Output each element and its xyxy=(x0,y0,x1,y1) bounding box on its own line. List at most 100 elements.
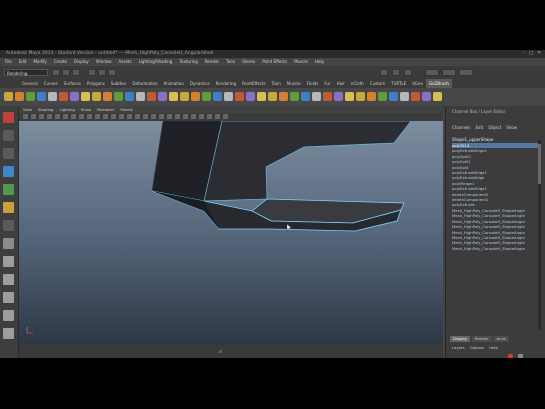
shelf-tool-icon[interactable] xyxy=(26,92,35,101)
shelf-tab-gozbrush[interactable]: GoZBrush xyxy=(426,79,452,88)
layer-menu-layers[interactable]: Layers xyxy=(452,345,465,350)
manipulator-tool-icon[interactable] xyxy=(3,220,14,231)
viewport-menu-view[interactable]: View xyxy=(23,106,32,113)
shelf-tool-icon[interactable] xyxy=(433,92,442,101)
shelf-tool-icon[interactable] xyxy=(290,92,299,101)
viewport-toolbar-icon[interactable] xyxy=(79,114,84,119)
time-slider[interactable] xyxy=(19,345,443,358)
shelf-tool-icon[interactable] xyxy=(323,92,332,101)
scale-tool-icon[interactable] xyxy=(3,202,14,213)
select-by-component-icon[interactable] xyxy=(108,69,116,76)
menu-window[interactable]: Window xyxy=(96,58,112,66)
shelf-tab-ncloth[interactable]: nCloth xyxy=(348,79,367,88)
shelf-tab-general[interactable]: General xyxy=(19,79,41,88)
viewport-menu-panels[interactable]: Panels xyxy=(120,106,132,113)
shelf-tool-icon[interactable] xyxy=(268,92,277,101)
paint-select-tool-icon[interactable] xyxy=(3,148,14,159)
layout-two-icon[interactable] xyxy=(3,292,14,303)
viewport-toolbar-icon[interactable] xyxy=(71,114,76,119)
menu-create[interactable]: Create xyxy=(54,58,67,66)
viewport-toolbar-icon[interactable] xyxy=(207,114,212,119)
shelf-tool-icon[interactable] xyxy=(59,92,68,101)
viewport-toolbar-icon[interactable] xyxy=(143,114,148,119)
viewport-toolbar-icon[interactable] xyxy=(63,114,68,119)
viewport-toolbar-icon[interactable] xyxy=(183,114,188,119)
shelf-tab-polygons[interactable]: Polygons xyxy=(84,79,108,88)
graph-layout-icon[interactable] xyxy=(3,328,14,339)
shelf-tool-icon[interactable] xyxy=(158,92,167,101)
menu-muscle[interactable]: Muscle xyxy=(294,58,308,66)
menu-stereo[interactable]: Stereo xyxy=(242,58,255,66)
shelf-tab-hair[interactable]: Hair xyxy=(334,79,348,88)
maximize-button[interactable]: □ xyxy=(529,51,533,56)
render-icon[interactable] xyxy=(380,69,388,76)
menu-lighting-shading[interactable]: Lighting/Shading xyxy=(139,58,173,66)
lasso-tool-icon[interactable] xyxy=(3,130,14,141)
shelf-tool-icon[interactable] xyxy=(180,92,189,101)
channel-box-scrollbar[interactable] xyxy=(538,140,541,330)
shelf-tab-surfaces[interactable]: Surfaces xyxy=(61,79,84,88)
render-settings-icon[interactable] xyxy=(404,69,412,76)
viewport-toolbar-icon[interactable] xyxy=(159,114,164,119)
shelf-tool-icon[interactable] xyxy=(70,92,79,101)
new-scene-icon[interactable] xyxy=(52,69,60,76)
viewport-toolbar-icon[interactable] xyxy=(191,114,196,119)
shelf-tool-icon[interactable] xyxy=(191,92,200,101)
shelf-tool-icon[interactable] xyxy=(169,92,178,101)
channel-box-menu-show[interactable]: Show xyxy=(506,125,517,130)
channel-box-menu-edit[interactable]: Edit xyxy=(476,125,484,130)
shelf-tab-custom[interactable]: Custom xyxy=(367,79,388,88)
viewport-menu-show[interactable]: Show xyxy=(81,106,91,113)
viewport-menu-lighting[interactable]: Lighting xyxy=(59,106,74,113)
shelf-tab-turtle[interactable]: TURTLE xyxy=(388,79,409,88)
move-tool-icon[interactable] xyxy=(3,166,14,177)
input-history-item[interactable]: Mesh_HighPoly_ConsoleH_ShapeAngle xyxy=(452,246,540,251)
shelf-tool-icon[interactable] xyxy=(411,92,420,101)
viewport-toolbar-icon[interactable] xyxy=(223,114,228,119)
viewport-toolbar-icon[interactable] xyxy=(127,114,132,119)
shelf-tool-icon[interactable] xyxy=(81,92,90,101)
shelf-tool-icon[interactable] xyxy=(378,92,387,101)
layout-single-icon[interactable] xyxy=(3,256,14,267)
layer-menu-help[interactable]: Help xyxy=(489,345,498,350)
shelf-tab-subdivs[interactable]: Subdivs xyxy=(108,79,130,88)
shelf-tool-icon[interactable] xyxy=(312,92,321,101)
viewport-menu-shading[interactable]: Shading xyxy=(38,106,53,113)
viewport-toolbar-icon[interactable] xyxy=(55,114,60,119)
shelf-tool-icon[interactable] xyxy=(389,92,398,101)
menu-display[interactable]: Display xyxy=(74,58,89,66)
viewport-toolbar-icon[interactable] xyxy=(111,114,116,119)
menu-edit[interactable]: Edit xyxy=(19,58,27,66)
attribute-editor-toggle-icon[interactable] xyxy=(442,69,456,76)
layer-menu-options[interactable]: Options xyxy=(470,345,485,350)
save-scene-icon[interactable] xyxy=(72,69,80,76)
rotate-tool-icon[interactable] xyxy=(3,184,14,195)
viewport-toolbar-icon[interactable] xyxy=(103,114,108,119)
layer-tab-render[interactable]: Render xyxy=(472,336,492,342)
select-by-object-icon[interactable] xyxy=(98,69,106,76)
viewport-toolbar-icon[interactable] xyxy=(215,114,220,119)
select-tool-icon[interactable] xyxy=(3,112,14,123)
menu-file[interactable]: File xyxy=(5,58,12,66)
shelf-tool-icon[interactable] xyxy=(235,92,244,101)
shelf-tool-icon[interactable] xyxy=(422,92,431,101)
layer-tab-anim[interactable]: Anim xyxy=(493,336,510,342)
viewport-toolbar-icon[interactable] xyxy=(199,114,204,119)
shelf-tool-icon[interactable] xyxy=(48,92,57,101)
shelf-tab-fur[interactable]: Fur xyxy=(321,79,333,88)
shelf-tool-icon[interactable] xyxy=(202,92,211,101)
shelf-tab-deformation[interactable]: Deformation xyxy=(130,79,161,88)
shelf-tab-rendering[interactable]: Rendering xyxy=(213,79,239,88)
layout-four-icon[interactable] xyxy=(3,274,14,285)
viewport-toolbar-icon[interactable] xyxy=(87,114,92,119)
channel-box-menu-channels[interactable]: Channels xyxy=(452,125,471,130)
shelf-tool-icon[interactable] xyxy=(92,92,101,101)
shelf-tab-animation[interactable]: Animation xyxy=(161,79,187,88)
shelf-tool-icon[interactable] xyxy=(279,92,288,101)
open-scene-icon[interactable] xyxy=(62,69,70,76)
shelf-tool-icon[interactable] xyxy=(356,92,365,101)
menu-paint-effects[interactable]: Paint Effects xyxy=(262,58,287,66)
viewport-toolbar-icon[interactable] xyxy=(151,114,156,119)
viewport-menu-renderer[interactable]: Renderer xyxy=(97,106,114,113)
shelf-tab-curves[interactable]: Curves xyxy=(41,79,61,88)
